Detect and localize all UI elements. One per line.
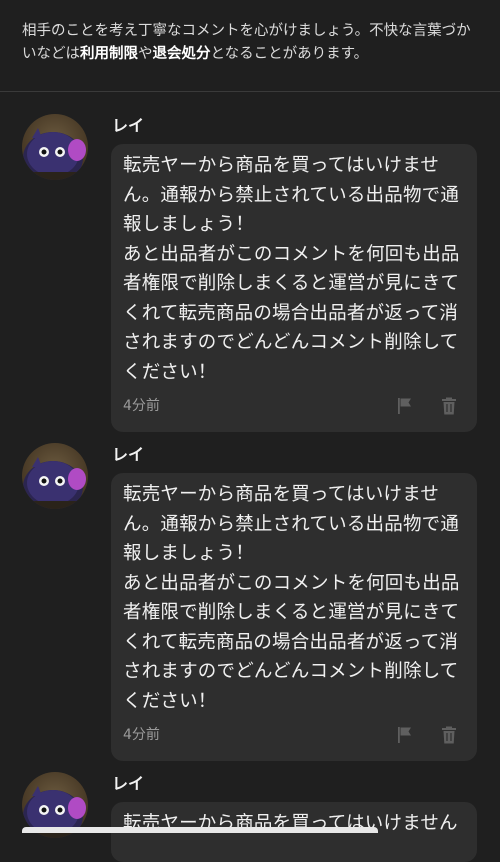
- comment-body: 転売ヤーから商品を買ってはいけません。通報から禁止されている出品物で通報しましょ…: [123, 484, 460, 712]
- trash-icon[interactable]: [439, 725, 459, 745]
- comment-body: 転売ヤーから商品を買ってはいけません。通報から禁止されている出品物で通報しましょ…: [123, 155, 460, 383]
- avatar[interactable]: [22, 114, 88, 180]
- notice-bold-withdrawal: 退会処分: [152, 46, 211, 62]
- username[interactable]: レイ: [112, 112, 144, 136]
- notice-text: や: [138, 46, 153, 62]
- bottom-input-bar[interactable]: [22, 827, 378, 833]
- comment-bubble: 転売ヤーから商品を買ってはいけません。通報から禁止されている出品物で通報しましょ…: [111, 144, 477, 432]
- comment-time: 4分前: [123, 398, 160, 414]
- comment-guideline-notice: 相手のことを考え丁寧なコメントを心がけましょう。不快な言葉づかいなどは利用制限や…: [0, 0, 500, 92]
- username[interactable]: レイ: [112, 441, 144, 465]
- comment-time: 4分前: [123, 727, 160, 743]
- flag-icon[interactable]: [395, 725, 415, 745]
- comment-bubble: 転売ヤーから商品を買ってはいけません。通報から禁止されている出品物で通報しましょ…: [111, 473, 477, 761]
- notice-text: となることがあります。: [210, 46, 369, 62]
- username[interactable]: レイ: [112, 770, 144, 794]
- trash-icon[interactable]: [439, 396, 459, 416]
- notice-bold-usage-limit: 利用制限: [80, 46, 138, 62]
- flag-icon[interactable]: [395, 396, 415, 416]
- avatar[interactable]: [22, 443, 88, 509]
- comment-body: 転売ヤーから商品を買ってはいけません: [123, 813, 458, 834]
